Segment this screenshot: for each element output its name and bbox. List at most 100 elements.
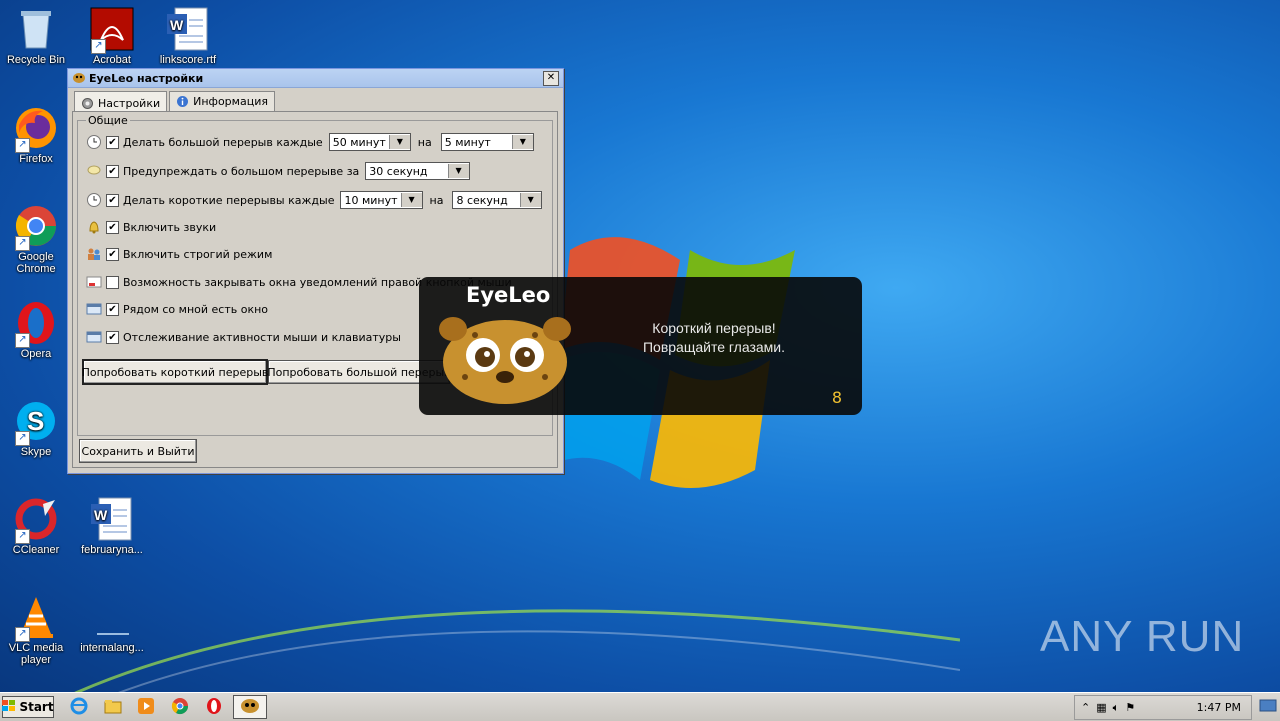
action-center-flag-icon[interactable]: ⚑: [1125, 701, 1135, 714]
window-titlebar[interactable]: EyeLeo настройки ✕: [68, 69, 563, 88]
warn-long-break-checkbox[interactable]: ✔: [106, 164, 119, 178]
short-break-interval-select[interactable]: 10 минут ▼: [340, 191, 423, 209]
desktop-icon-vlc[interactable]: ↗ VLC media player: [0, 594, 74, 666]
acrobat-icon: ↗: [89, 6, 135, 54]
desktop-icon-firefox[interactable]: ↗ Firefox: [0, 105, 74, 165]
users-icon: [86, 246, 102, 262]
window-red-icon: [86, 274, 102, 290]
start-label: Start: [19, 700, 54, 714]
row-label: Предупреждать о большом перерыве за: [123, 164, 360, 178]
desktop-icon-label: Acrobat: [93, 54, 131, 66]
anyrun-watermark: ANY RUN: [1040, 612, 1245, 661]
opera-icon: ↗: [13, 300, 59, 348]
dropdown-arrow-icon: ▼: [519, 193, 541, 207]
desktop-icon-label: Firefox: [19, 153, 53, 165]
window-nearby-checkbox[interactable]: ✔: [106, 302, 119, 316]
firefox-icon: ↗: [13, 105, 59, 153]
desktop-icon-label: CCleaner: [12, 544, 60, 556]
row-activity-tracking: ✔ Отслеживание активности мыши и клавиат…: [86, 329, 401, 345]
group-label: Общие: [86, 114, 130, 127]
svg-text:W: W: [170, 17, 184, 33]
desktop-icon-ccleaner[interactable]: ↗ CCleaner: [0, 496, 74, 556]
short-break-checkbox[interactable]: ✔: [106, 193, 119, 207]
desktop-icon-linkscore[interactable]: W linkscore.rtf: [150, 6, 226, 66]
tab-information[interactable]: Информация: [169, 91, 275, 111]
windows-flag-icon: [2, 699, 16, 715]
close-button[interactable]: ✕: [543, 71, 559, 86]
desktop-icon-internalang[interactable]: internalang...: [74, 594, 150, 654]
desktop-icon-label: Google Chrome: [16, 251, 56, 275]
clock-icon: [86, 192, 102, 208]
shortcut-arrow-icon: ↗: [15, 627, 30, 642]
tab-strip: Настройки Информация: [74, 91, 277, 114]
file-explorer-icon[interactable]: [104, 697, 122, 715]
sounds-checkbox[interactable]: ✔: [106, 220, 119, 234]
select-value: 50 минут: [332, 135, 386, 149]
save-and-exit-button[interactable]: Сохранить и Выйти: [79, 439, 197, 463]
long-break-duration-select[interactable]: 5 минут ▼: [440, 133, 534, 151]
select-value: 30 секунд: [369, 164, 428, 178]
shortcut-arrow-icon: ↗: [15, 431, 30, 446]
row-label: Включить звуки: [123, 220, 217, 234]
strict-mode-checkbox[interactable]: ✔: [106, 247, 119, 261]
eyeleo-app-icon: [72, 72, 86, 84]
volume-icon[interactable]: 🔈︎: [1113, 701, 1120, 715]
select-value: 5 минут: [444, 135, 491, 149]
desktop-icon-label: internalang...: [80, 642, 144, 654]
show-desktop-button[interactable]: [1258, 697, 1278, 715]
opera-taskbar-icon[interactable]: [205, 697, 223, 715]
dropdown-arrow-icon: ▼: [400, 193, 422, 207]
desktop-icon-label: februaryna...: [81, 544, 143, 556]
window-icon: [86, 329, 102, 345]
dropdown-arrow-icon: ▼: [388, 135, 410, 149]
try-short-break-button[interactable]: Попробовать короткий перерыв: [82, 359, 268, 385]
shortcut-arrow-icon: ↗: [15, 333, 30, 348]
media-player-icon[interactable]: [137, 697, 155, 715]
row-label: Делать короткие перерывы каждые: [123, 193, 335, 207]
right-click-close-checkbox[interactable]: [106, 275, 119, 289]
network-icon[interactable]: ▦: [1096, 701, 1106, 714]
desktop-icon-skype[interactable]: S ↗ Skype: [0, 398, 74, 458]
shortcut-arrow-icon: ↗: [91, 39, 106, 54]
desktop-icon-chrome[interactable]: ↗ Google Chrome: [0, 203, 74, 275]
long-break-interval-select[interactable]: 50 минут ▼: [328, 133, 411, 151]
shortcut-arrow-icon: ↗: [15, 236, 30, 251]
eyeleo-taskbar-button[interactable]: [233, 695, 267, 719]
button-label: Попробовать короткий перерыв: [81, 365, 269, 379]
desktop-icon-acrobat[interactable]: ↗ Acrobat: [74, 6, 150, 66]
desktop-icon-opera[interactable]: ↗ Opera: [0, 300, 74, 360]
select-value: 8 секунд: [456, 193, 508, 207]
long-break-checkbox[interactable]: ✔: [106, 135, 119, 149]
row-long-break: ✔ Делать большой перерыв каждые 50 минут…: [86, 133, 534, 151]
desktop-icon-recycle-bin[interactable]: Recycle Bin: [0, 6, 74, 66]
row-strict-mode: ✔ Включить строгий режим: [86, 246, 272, 262]
short-break-duration-select[interactable]: 8 секунд ▼: [452, 191, 542, 209]
row-warn-long-break: ✔ Предупреждать о большом перерыве за 30…: [86, 162, 470, 180]
wallpaper-swoosh: [60, 609, 960, 700]
eyeleo-taskbar-icon: [241, 699, 259, 713]
notification-line2: Повращайте глазами.: [642, 339, 786, 355]
start-button[interactable]: Start: [2, 696, 54, 718]
clock[interactable]: 1:47 PM: [1197, 701, 1241, 714]
row-sounds: ✔ Включить звуки: [86, 219, 216, 235]
eyeleo-break-notification[interactable]: EyeLeo Короткий перерыв! Повращайте глаз…: [419, 277, 862, 415]
row-window-nearby: ✔ Рядом со мной есть окно: [86, 301, 268, 317]
desktop-icon-februaryna[interactable]: W februaryna...: [74, 496, 150, 556]
tray-expand-icon[interactable]: ⌃: [1081, 701, 1090, 714]
blank-file-icon: [89, 594, 135, 640]
break-countdown: 8: [831, 388, 842, 407]
chrome-taskbar-icon[interactable]: [171, 697, 189, 715]
desktop-icon-label: Opera: [20, 348, 52, 360]
speech-bubble-icon: [86, 163, 102, 179]
internet-explorer-icon[interactable]: [70, 697, 88, 715]
leopard-mascot-icon: [439, 317, 571, 404]
activity-tracking-checkbox[interactable]: ✔: [106, 330, 119, 344]
warn-time-select[interactable]: 30 секунд ▼: [365, 162, 470, 180]
window-icon: [86, 301, 102, 317]
taskbar: Start ⌃ ▦ 🔈︎ ⚑ 1:47 PM: [0, 692, 1280, 721]
desktop-icon-label: Skype: [20, 446, 52, 458]
row-label-on: на: [429, 193, 444, 207]
row-label-on: на: [417, 135, 432, 149]
row-short-break: ✔ Делать короткие перерывы каждые 10 мин…: [86, 191, 542, 209]
row-label: Отслеживание активности мыши и клавиатур…: [123, 330, 401, 344]
